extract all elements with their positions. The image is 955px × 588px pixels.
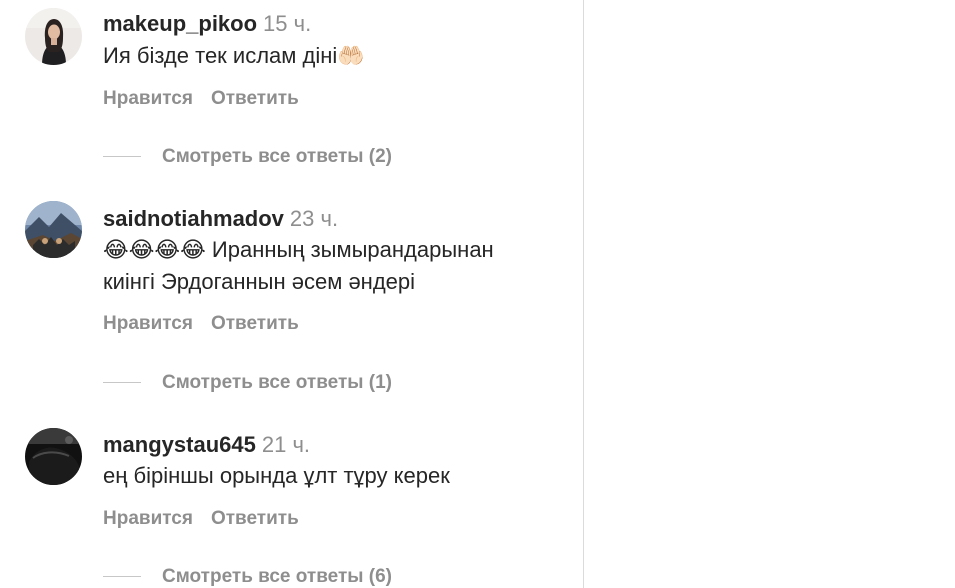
column-divider [583, 0, 584, 588]
reply-button[interactable]: Ответить [211, 88, 299, 109]
avatar[interactable] [25, 428, 82, 485]
avatar[interactable] [25, 201, 82, 258]
view-replies-label: Смотреть все ответы (6) [162, 566, 392, 587]
avatar[interactable] [25, 8, 82, 65]
replies-line [103, 382, 141, 384]
comment-username[interactable]: makeup_pikoo [103, 11, 257, 36]
comment-time: 21 ч. [261, 432, 311, 457]
view-replies-button[interactable]: Смотреть все ответы (2) [103, 145, 392, 169]
view-replies-label: Смотреть все ответы (2) [162, 146, 392, 167]
comment-username[interactable]: mangystau645 [103, 432, 256, 457]
like-button[interactable]: Нравится [103, 508, 193, 529]
reply-button[interactable]: Ответить [211, 313, 299, 334]
comment-time: 23 ч. [289, 206, 339, 231]
view-replies-button[interactable]: Смотреть все ответы (1) [103, 371, 392, 395]
comment-username[interactable]: saidnotiahmadov [103, 206, 284, 231]
comment-text: 😂😂😂😂 Иранның зымырандарынан киінгі Эрдог… [103, 237, 494, 294]
like-button[interactable]: Нравится [103, 88, 193, 109]
like-button[interactable]: Нравится [103, 313, 193, 334]
replies-line [103, 156, 141, 158]
comment-time: 15 ч. [263, 11, 312, 36]
replies-line [103, 576, 141, 578]
comments-panel: makeup_pikoo 15 ч. Ия бізде тек ислам дін… [0, 0, 955, 588]
comment-text: Ия бізде тек ислам діні🤲🏻 [103, 43, 365, 68]
reply-button[interactable]: Ответить [211, 508, 299, 529]
view-replies-label: Смотреть все ответы (1) [162, 372, 392, 393]
comment-text: ең біріншы орында ұлт тұру керек [103, 463, 450, 488]
view-replies-button[interactable]: Смотреть все ответы (6) [103, 565, 392, 588]
